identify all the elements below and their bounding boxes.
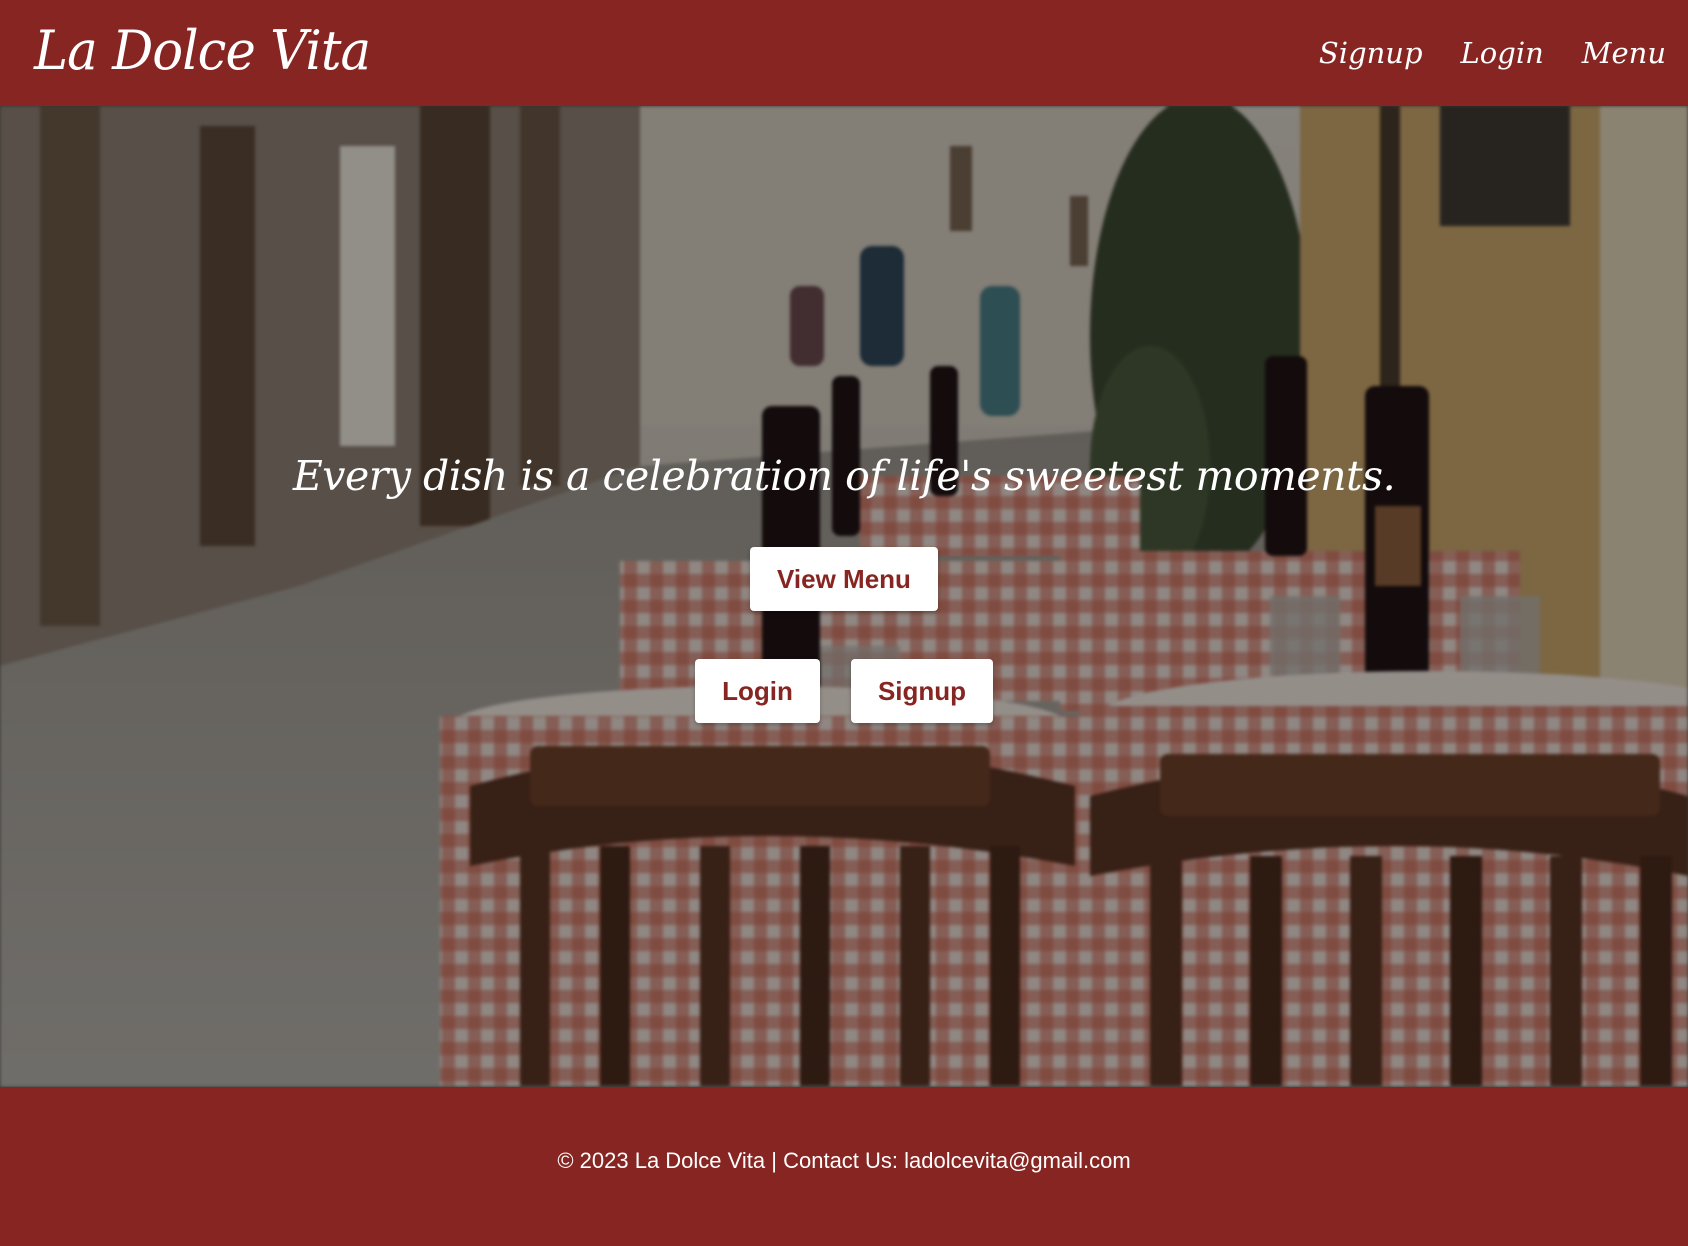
main-nav: Signup Login Menu [1319, 36, 1666, 70]
site-logo[interactable]: La Dolce Vita [34, 24, 371, 78]
footer-contact-text: © 2023 La Dolce Vita | Contact Us: ladol… [557, 1147, 1131, 1173]
nav-login-link[interactable]: Login [1461, 36, 1544, 70]
nav-menu-link[interactable]: Menu [1582, 36, 1666, 70]
hero-section: Every dish is a celebration of life's sw… [0, 106, 1688, 1087]
site-footer: © 2023 La Dolce Vita | Contact Us: ladol… [0, 1087, 1688, 1246]
site-header: La Dolce Vita Signup Login Menu [0, 0, 1688, 106]
nav-signup-link[interactable]: Signup [1319, 36, 1423, 70]
signup-button[interactable]: Signup [851, 659, 993, 723]
view-menu-button[interactable]: View Menu [750, 547, 938, 611]
hero-tagline: Every dish is a celebration of life's sw… [292, 452, 1396, 500]
login-button[interactable]: Login [695, 659, 820, 723]
page: La Dolce Vita Signup Login Menu Every di… [0, 0, 1688, 1246]
